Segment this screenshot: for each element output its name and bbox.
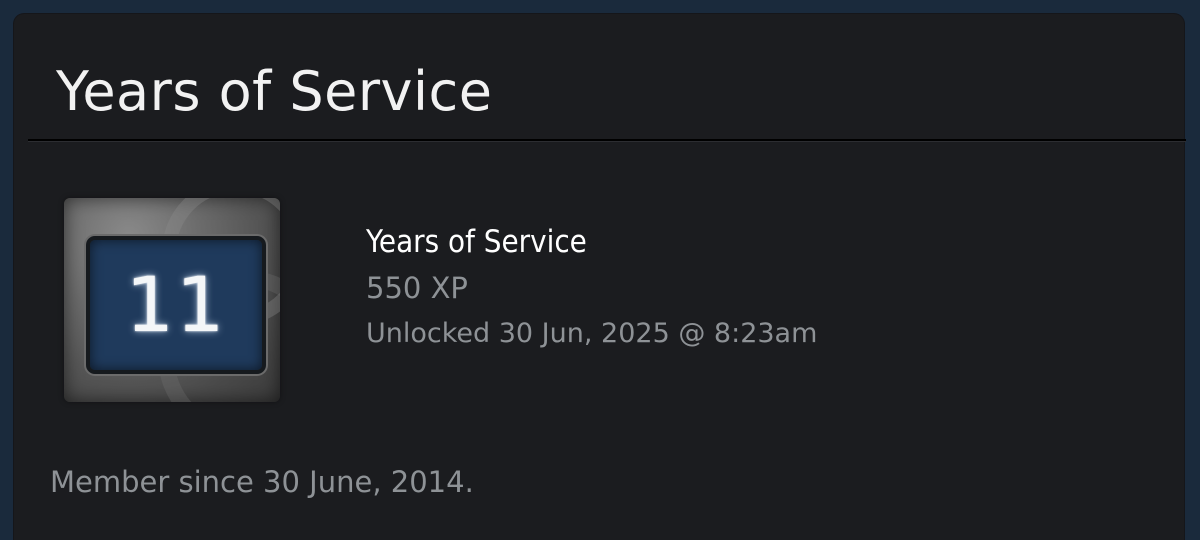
years-of-service-badge-icon[interactable]: 11 xyxy=(64,198,280,402)
badge-years-number: 11 xyxy=(125,260,227,349)
years-of-service-panel: Years of Service 11 Years of Service 550… xyxy=(14,14,1186,540)
badge-screen: 11 xyxy=(86,236,266,374)
badge-xp: 550 XP xyxy=(366,271,468,305)
panel-header: Years of Service xyxy=(14,14,1184,140)
panel-title: Years of Service xyxy=(56,60,493,123)
badge-unlocked-date: Unlocked 30 Jun, 2025 @ 8:23am xyxy=(366,318,818,349)
badge-info: Years of Service 550 XP Unlocked 30 Jun,… xyxy=(366,222,817,354)
member-since-text: Member since 30 June, 2014. xyxy=(50,465,474,499)
badge-name: Years of Service xyxy=(366,224,587,260)
header-divider xyxy=(28,139,1186,142)
